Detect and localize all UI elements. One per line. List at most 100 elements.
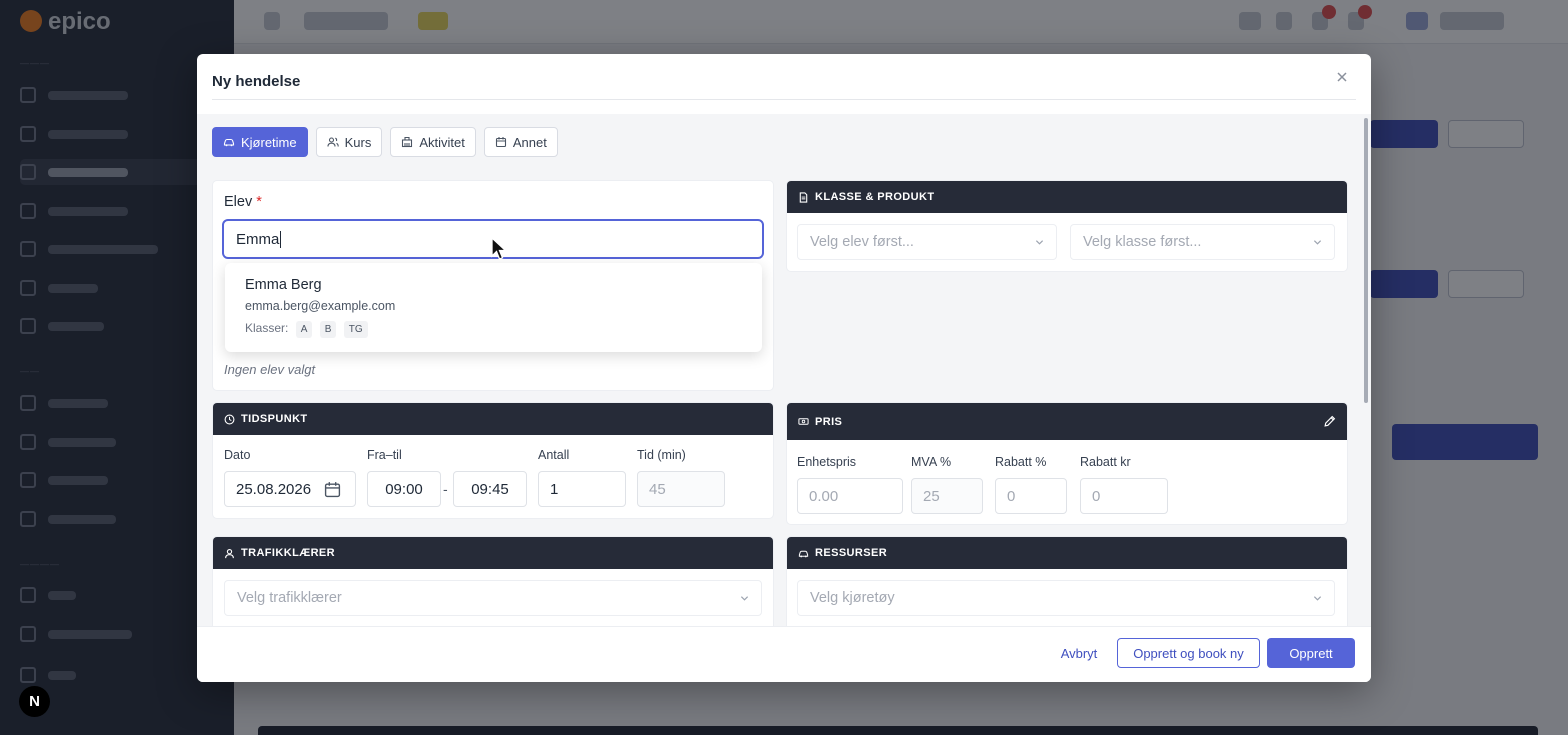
car-icon <box>798 550 809 557</box>
suggestion-name: Emma Berg <box>245 277 322 293</box>
antall-value: 1 <box>550 480 559 498</box>
class-chip: TG <box>343 321 368 338</box>
calendar-icon <box>495 137 506 148</box>
antall-input[interactable]: 1 <box>538 471 626 507</box>
required-mark: * <box>256 194 262 210</box>
create-and-book-new-button[interactable]: Opprett og book ny <box>1117 638 1260 668</box>
trafikklaerer-header: TRAFIKKLÆRER <box>213 537 773 569</box>
rabatt-pct-value: 0 <box>1007 487 1016 505</box>
event-type-tabs: Kjøretime Kurs Aktivitet Annet <box>212 127 558 157</box>
fra-time-input[interactable]: 09:00 <box>367 471 441 507</box>
modal-header: Ny hendelse <box>212 54 1356 100</box>
klasse-select[interactable]: Velg klasse først... <box>1070 224 1335 260</box>
chevron-down-icon <box>1313 240 1322 245</box>
ressurser-header: RESSURSER <box>787 537 1347 569</box>
ressurser-title: RESSURSER <box>815 547 888 559</box>
rabatt-kr-label: Rabatt kr <box>1080 455 1131 469</box>
enhetspris-label: Enhetspris <box>797 455 857 469</box>
select-placeholder: Velg kjøretøy <box>810 590 895 606</box>
modal-footer: Avbryt Opprett og book ny Opprett <box>197 626 1371 682</box>
rabatt-kr-value: 0 <box>1092 487 1101 505</box>
modal-title: Ny hendelse <box>212 73 301 90</box>
tab-label: Annet <box>512 134 547 150</box>
users-icon <box>327 137 339 147</box>
class-chip: A <box>295 321 313 338</box>
tidspunkt-header: TIDSPUNKT <box>213 403 773 435</box>
elev-product-select[interactable]: Velg elev først... <box>797 224 1057 260</box>
mva-value: 25 <box>923 487 940 505</box>
suggestion-classes: Klasser: A B TG <box>245 321 368 338</box>
calendar-icon[interactable] <box>324 481 341 498</box>
fra-til-label: Fra–til <box>367 448 402 462</box>
building-icon <box>402 136 413 148</box>
pencil-icon[interactable] <box>1323 415 1336 428</box>
elev-suggestions-dropdown: Emma Berg emma.berg@example.com Klasser:… <box>225 263 762 352</box>
trafikklaerer-card: TRAFIKKLÆRER Velg trafikklærer <box>213 537 773 626</box>
mouse-cursor-icon <box>491 236 508 260</box>
dato-label: Dato <box>224 448 251 462</box>
select-placeholder: Velg klasse først... <box>1083 234 1202 250</box>
car-icon <box>223 138 235 147</box>
trafikklaerer-select[interactable]: Velg trafikklærer <box>224 580 762 616</box>
modal-scrollbar-thumb[interactable] <box>1364 118 1368 403</box>
ressurser-card: RESSURSER Velg kjøretøy <box>787 537 1347 626</box>
tab-label: Kjøretime <box>241 134 297 150</box>
select-placeholder: Velg trafikklærer <box>237 590 342 606</box>
chevron-down-icon <box>1035 240 1044 245</box>
antall-label: Antall <box>538 448 570 462</box>
classes-label: Klasser: <box>245 321 289 335</box>
fra-value: 09:00 <box>385 480 423 498</box>
klasse-produkt-header: KLASSE & PRODUKT <box>787 181 1347 213</box>
new-event-modal: Ny hendelse Kjøretime Kurs Aktivitet Ann… <box>197 54 1371 682</box>
suggestion-item[interactable]: Emma Berg emma.berg@example.com Klasser:… <box>225 263 762 352</box>
cancel-button[interactable]: Avbryt <box>1049 638 1109 668</box>
klasse-produkt-title: KLASSE & PRODUKT <box>815 191 935 203</box>
tid-input: 45 <box>637 471 725 507</box>
til-time-input[interactable]: 09:45 <box>453 471 527 507</box>
close-icon[interactable] <box>1334 70 1350 86</box>
tab-kjoretime[interactable]: Kjøretime <box>212 127 308 157</box>
tidspunkt-card: TIDSPUNKT Dato 25.08.2026 Fra–til 09:00 … <box>213 403 773 518</box>
user-icon <box>225 548 234 558</box>
enhetspris-input[interactable]: 0.00 <box>797 478 903 514</box>
tid-label: Tid (min) <box>637 448 686 462</box>
enhetspris-placeholder: 0.00 <box>809 487 839 505</box>
document-icon <box>799 191 808 203</box>
suggestion-email: emma.berg@example.com <box>245 299 396 313</box>
tidspunkt-title: TIDSPUNKT <box>241 413 308 425</box>
tab-aktivitet[interactable]: Aktivitet <box>390 127 476 157</box>
mva-label: MVA % <box>911 455 952 469</box>
rabatt-pct-input[interactable]: 0 <box>995 478 1067 514</box>
tab-annet[interactable]: Annet <box>483 127 558 157</box>
chevron-down-icon <box>1313 596 1322 601</box>
trafikklaerer-title: TRAFIKKLÆRER <box>241 547 336 559</box>
til-value: 09:45 <box>471 480 509 498</box>
create-button[interactable]: Opprett <box>1267 638 1355 668</box>
kjoretoy-select[interactable]: Velg kjøretøy <box>797 580 1335 616</box>
pris-card: PRIS Enhetspris 0.00 MVA % 25 Rabatt % 0… <box>787 403 1347 524</box>
class-chip: B <box>319 321 337 338</box>
time-separator: - <box>443 481 448 497</box>
rabatt-kr-input[interactable]: 0 <box>1080 478 1168 514</box>
tab-kurs[interactable]: Kurs <box>315 127 383 157</box>
text-caret <box>280 230 282 248</box>
dato-value: 25.08.2026 <box>236 480 312 498</box>
pris-title: PRIS <box>815 415 843 428</box>
elev-input-value: Emma <box>236 230 280 248</box>
banknote-icon <box>798 418 809 425</box>
tab-label: Aktivitet <box>419 134 465 150</box>
pris-header: PRIS <box>787 403 1347 440</box>
klasse-produkt-card: KLASSE & PRODUKT Velg elev først... Velg… <box>787 181 1347 271</box>
dato-input[interactable]: 25.08.2026 <box>224 471 356 507</box>
elev-empty-text: Ingen elev valgt <box>224 362 316 377</box>
tab-label: Kurs <box>344 134 372 150</box>
elev-label: Elev * <box>224 194 262 210</box>
select-placeholder: Velg elev først... <box>810 234 914 250</box>
clock-icon <box>224 414 235 424</box>
modal-body: Kjøretime Kurs Aktivitet Annet Elev * Em… <box>197 114 1363 626</box>
n-badge[interactable]: N <box>19 686 50 717</box>
chevron-down-icon <box>740 596 749 601</box>
rabatt-pct-label: Rabatt % <box>995 455 1047 469</box>
mva-input: 25 <box>911 478 983 514</box>
tid-value: 45 <box>649 480 666 498</box>
